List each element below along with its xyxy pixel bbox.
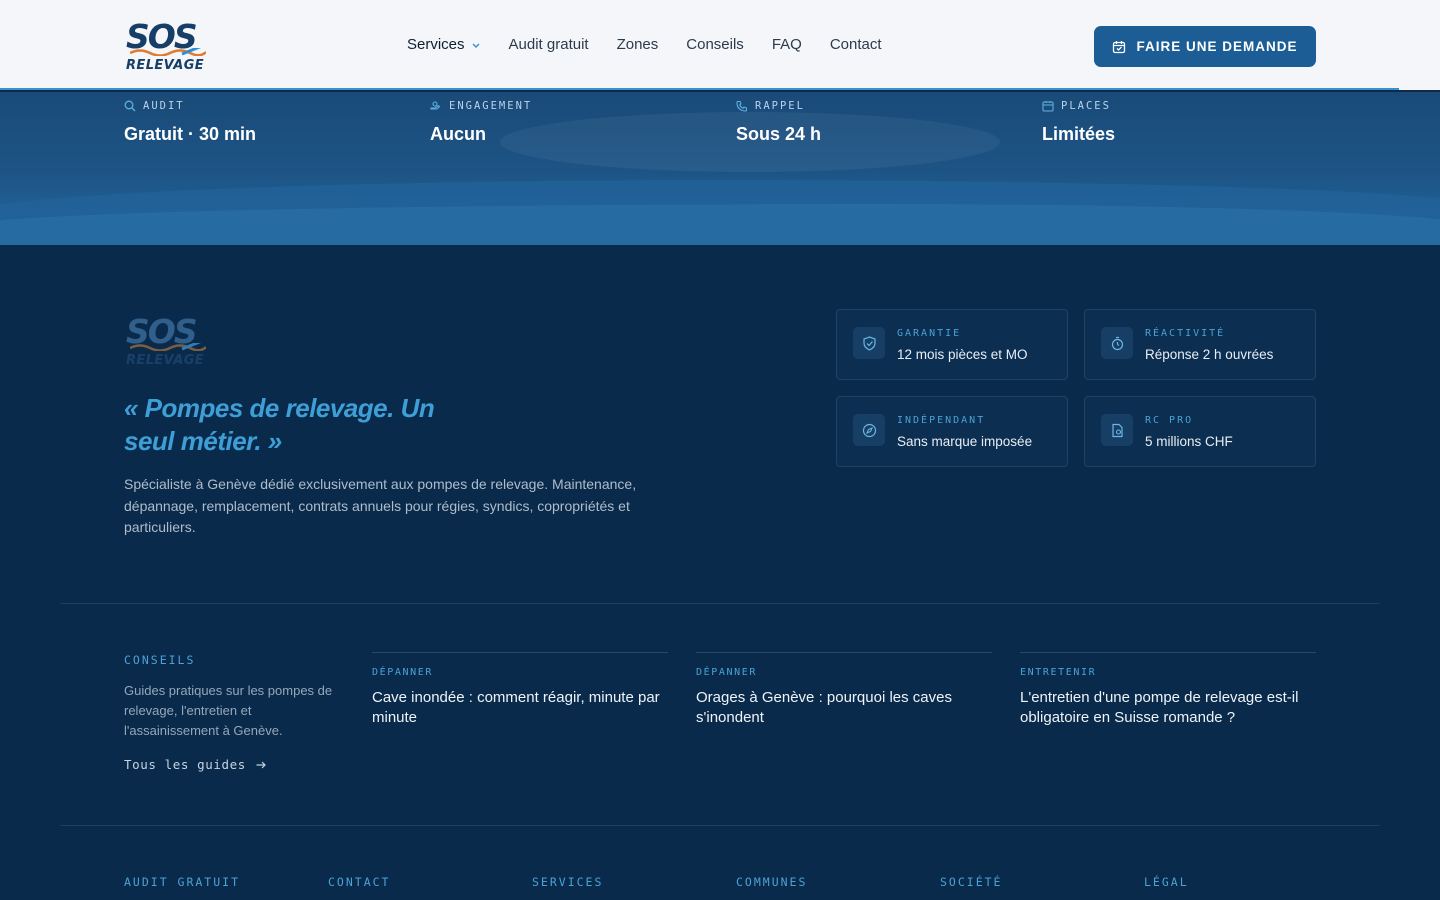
nav-label: FAQ <box>771 36 802 53</box>
stat-value: Limitées <box>1042 124 1116 144</box>
article-title: Orages à Genève : pourquoi les caves s'i… <box>696 689 952 726</box>
chevron-down-icon <box>472 43 480 48</box>
main-nav: Services Audit gratuit Zones Conseils FA… <box>407 36 882 53</box>
trust-card-rc-pro: RC PRO 5 millions CHF <box>1084 396 1316 467</box>
footer-column-audit: AUDIT GRATUIT <box>124 875 241 889</box>
card-label: GARANTIE <box>897 328 962 339</box>
header-accent-line <box>0 88 1399 90</box>
card-value: 5 millions CHF <box>1145 434 1233 449</box>
all-guides-label: Tous les guides <box>124 757 246 772</box>
nav-label: Audit gratuit <box>508 36 589 53</box>
article-tag: DÉPANNER <box>696 667 757 678</box>
arrow-right-icon <box>256 761 266 768</box>
logo[interactable]: SOS RELEVAGE <box>126 18 210 76</box>
trust-card-independant: INDÉPENDANT Sans marque imposée <box>836 396 1068 467</box>
trust-card-garantie: GARANTIE 12 mois pièces et MO <box>836 309 1068 380</box>
stat-value: Gratuit · 30 min <box>124 124 257 144</box>
card-label: INDÉPENDANT <box>897 415 986 426</box>
article-title: L'entretien d'une pompe de relevage est-… <box>1020 689 1299 726</box>
nav-label: Contact <box>829 36 882 53</box>
footer-column-communes: COMMUNES <box>736 875 808 889</box>
logo-text-relevage: RELEVAGE <box>126 353 205 368</box>
stat-label: AUDIT <box>143 100 185 112</box>
footer-quote: « Pompes de relevage. Un seul métier. » <box>124 393 435 456</box>
article-tag: ENTRETENIR <box>1020 667 1097 678</box>
card-label: RÉACTIVITÉ <box>1145 328 1226 339</box>
footer-divider <box>60 603 1380 604</box>
search-icon <box>124 100 136 112</box>
nav-item-zones[interactable]: Zones <box>617 36 659 53</box>
card-value: Réponse 2 h ouvrées <box>1145 347 1274 362</box>
phone-icon <box>736 100 748 112</box>
card-value: Sans marque imposée <box>897 434 1033 449</box>
stat-value: Sous 24 h <box>736 124 822 144</box>
stat-engagement: ENGAGEMENT Aucun <box>430 100 532 145</box>
all-guides-link[interactable]: Tous les guides <box>124 757 267 772</box>
trust-card-reactivite: RÉACTIVITÉ Réponse 2 h ouvrées <box>1084 309 1316 380</box>
footer-description: Spécialiste à Genève dédié exclusivement… <box>124 476 637 535</box>
card-value: 12 mois pièces et MO <box>897 347 1028 362</box>
document-icon <box>1111 423 1123 437</box>
request-button[interactable]: FAIRE UNE DEMANDE <box>1094 26 1316 67</box>
card-label: RC PRO <box>1145 415 1194 426</box>
nav-item-contact[interactable]: Contact <box>830 36 882 53</box>
article-card[interactable]: DÉPANNER Orages à Genève : pourquoi les … <box>696 652 992 727</box>
conseils-text: Guides pratiques sur les pompes de relev… <box>124 683 333 738</box>
footer-column-societe: SOCIÉTÉ <box>940 875 1003 889</box>
article-tag: DÉPANNER <box>372 667 433 678</box>
article-title: Cave inondée : comment réagir, minute pa… <box>372 689 660 726</box>
card-icon-box <box>853 414 885 446</box>
footer-column-contact: CONTACT <box>328 875 391 889</box>
calendar-icon <box>1042 101 1054 112</box>
nav-label: Zones <box>616 36 659 53</box>
nav-label: Services <box>407 36 465 53</box>
stat-label: RAPPEL <box>755 100 805 112</box>
article-card[interactable]: DÉPANNER Cave inondée : comment réagir, … <box>372 652 668 727</box>
logo-text-relevage: RELEVAGE <box>126 58 205 73</box>
card-icon-box <box>853 327 885 359</box>
nav-item-conseils[interactable]: Conseils <box>686 36 744 53</box>
footer-column-services: SERVICES <box>532 875 604 889</box>
card-icon-box <box>1101 327 1133 359</box>
stat-label: ENGAGEMENT <box>449 100 533 112</box>
stat-label: PLACES <box>1061 100 1111 112</box>
footer-logo[interactable]: SOS RELEVAGE <box>126 313 210 371</box>
timer-icon <box>1111 336 1123 350</box>
stat-value: Aucun <box>430 124 486 144</box>
stat-places: PLACES Limitées <box>1042 100 1115 145</box>
compass-icon <box>862 423 876 437</box>
stat-rappel: RAPPEL Sous 24 h <box>736 100 821 145</box>
nav-item-services[interactable]: Services <box>407 36 481 53</box>
hand-icon <box>430 101 441 110</box>
card-icon-box <box>1101 414 1133 446</box>
nav-label: Conseils <box>686 36 744 53</box>
shield-check-icon <box>862 335 876 351</box>
request-button-label: FAIRE UNE DEMANDE <box>1136 39 1298 54</box>
nav-item-audit[interactable]: Audit gratuit <box>509 36 589 53</box>
site-header: SOS RELEVAGE Services Audit gratuit Zone… <box>0 0 1440 92</box>
stat-audit: AUDIT Gratuit · 30 min <box>124 100 256 145</box>
logo-wave-icon <box>130 48 206 56</box>
conseils-heading: CONSEILS <box>124 653 196 667</box>
logo-wave-icon <box>130 343 206 351</box>
footer-divider <box>60 825 1380 826</box>
band-wave <box>0 204 1440 245</box>
article-card[interactable]: ENTRETENIR L'entretien d'une pompe de re… <box>1020 652 1316 727</box>
calendar-icon <box>1113 40 1126 53</box>
footer-column-legal: LÉGAL <box>1144 875 1189 889</box>
nav-item-faq[interactable]: FAQ <box>772 36 802 53</box>
